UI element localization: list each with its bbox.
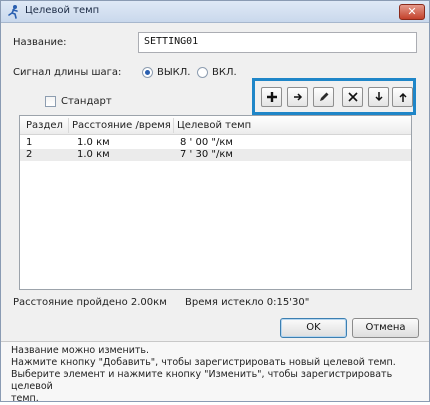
cell-distance: 1.0 км: [77, 137, 110, 148]
radio-off-label: ВЫКЛ.: [157, 67, 191, 78]
title-bar: Целевой темп ✕: [1, 1, 429, 23]
ok-button[interactable]: OK: [280, 318, 347, 338]
target-pace-dialog: Целевой темп ✕ Название: SETTING01 Сигна…: [0, 0, 430, 404]
cell-target-pace: 8 ' 00 "/км: [180, 137, 233, 148]
table-row[interactable]: 1 1.0 км 8 ' 00 "/км: [20, 137, 411, 149]
column-divider: [173, 118, 174, 133]
cancel-button[interactable]: Отмена: [352, 318, 419, 338]
table-row[interactable]: 2 1.0 км 7 ' 30 "/км: [20, 149, 411, 161]
close-button[interactable]: ✕: [399, 4, 425, 20]
column-divider: [68, 118, 69, 133]
move-up-button[interactable]: [392, 87, 413, 107]
arrow-down-icon: [375, 92, 383, 102]
name-input[interactable]: SETTING01: [138, 32, 417, 53]
runner-icon: [8, 5, 18, 19]
cell-distance: 1.0 км: [77, 149, 110, 160]
radio-off[interactable]: [142, 67, 153, 78]
pencil-icon: [320, 92, 329, 101]
toolbar-highlight: [252, 78, 416, 115]
stride-signal-label: Сигнал длины шага:: [13, 67, 122, 78]
window-title: Целевой темп: [25, 5, 100, 16]
cell-section: 1: [26, 137, 33, 148]
standard-label: Стандарт: [61, 96, 112, 107]
move-button[interactable]: [287, 87, 308, 107]
arrow-up-icon: [399, 92, 407, 102]
name-label: Название:: [13, 37, 67, 48]
cell-section: 2: [26, 149, 33, 160]
radio-on[interactable]: [197, 67, 208, 78]
standard-checkbox[interactable]: [45, 96, 56, 107]
column-header-target-pace[interactable]: Целевой темп: [177, 120, 251, 131]
edit-button[interactable]: [313, 87, 334, 107]
help-text-panel: Название можно изменить. Нажмите кнопку …: [1, 342, 429, 404]
distance-covered-text: Расстояние пройдено 2.00км: [13, 297, 167, 308]
help-line: Выберите элемент и нажмите кнопку "Измен…: [11, 369, 393, 392]
arrow-right-icon: [294, 93, 303, 101]
pace-table[interactable]: Раздел Расстояние /время Целевой темп 1 …: [19, 115, 412, 290]
help-line: Нажмите кнопку "Добавить", чтобы зарегис…: [11, 357, 396, 368]
column-header-distance-time[interactable]: Расстояние /время: [72, 120, 171, 131]
time-elapsed-text: Время истекло 0:15'30": [185, 297, 310, 308]
x-icon: [348, 92, 358, 102]
help-line: темп.: [11, 393, 39, 404]
help-line: Название можно изменить.: [11, 345, 150, 356]
delete-button[interactable]: [342, 87, 363, 107]
column-header-section[interactable]: Раздел: [26, 120, 63, 131]
add-button[interactable]: [261, 87, 282, 107]
plus-icon: [267, 92, 277, 102]
move-down-button[interactable]: [368, 87, 389, 107]
table-header: Раздел Расстояние /время Целевой темп: [20, 116, 411, 135]
radio-on-label: ВКЛ.: [212, 67, 237, 78]
cell-target-pace: 7 ' 30 "/км: [180, 149, 233, 160]
